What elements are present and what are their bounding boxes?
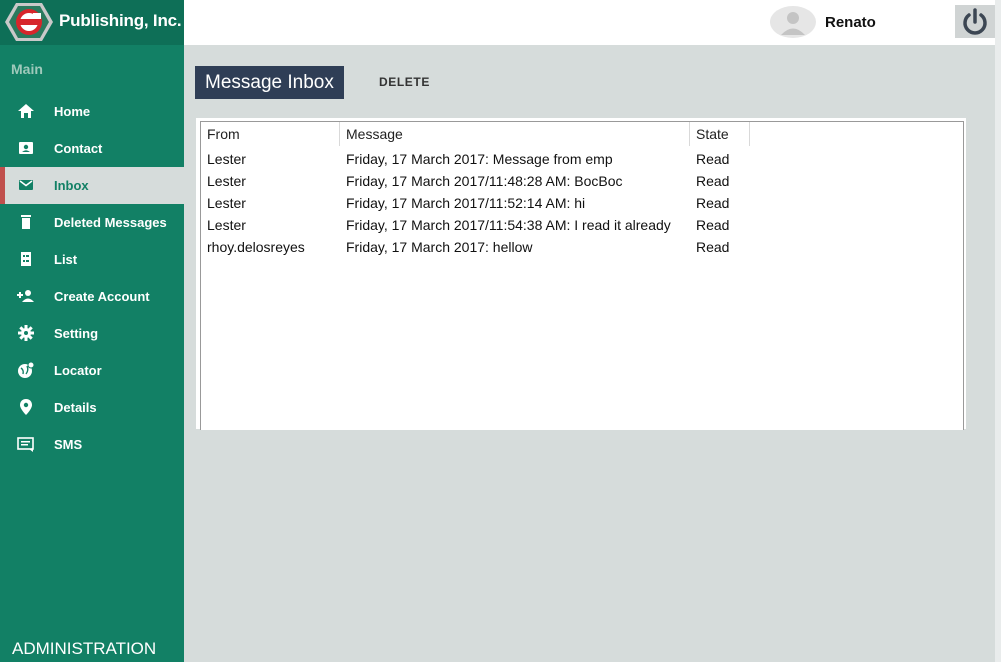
cell-state: Read: [696, 239, 730, 255]
power-button[interactable]: [955, 5, 995, 38]
message-table: From Message State Lester Friday, 17 Mar…: [200, 121, 964, 430]
cell-state: Read: [696, 195, 730, 211]
sidebar-item-label: Locator: [54, 363, 102, 378]
table-row[interactable]: rhoy.delosreyes Friday, 17 March 2017: h…: [201, 236, 963, 258]
cell-state: Read: [696, 173, 730, 189]
cell-message: Friday, 17 March 2017/11:48:28 AM: BocBo…: [346, 173, 623, 189]
delete-button[interactable]: DELETE: [379, 75, 430, 89]
cell-from: rhoy.delosreyes: [207, 239, 305, 255]
username: Renato: [825, 14, 876, 31]
list-icon: [21, 252, 31, 266]
cell-message: Friday, 17 March 2017: Message from emp: [346, 151, 613, 167]
cell-from: Lester: [207, 151, 246, 167]
company-logo: [5, 3, 53, 41]
cell-message: Friday, 17 March 2017/11:52:14 AM: hi: [346, 195, 586, 211]
sidebar-nav: Home Contact Inbox Deleted Messages List…: [0, 93, 184, 463]
table-row[interactable]: Lester Friday, 17 March 2017/11:54:38 AM…: [201, 214, 963, 236]
sidebar-item-create-account[interactable]: Create Account: [0, 278, 184, 315]
table-row[interactable]: Lester Friday, 17 March 2017: Message fr…: [201, 148, 963, 170]
sidebar-item-label: SMS: [54, 437, 83, 452]
location-pin-icon: [20, 399, 32, 415]
cell-from: Lester: [207, 173, 246, 189]
inbox-panel: From Message State Lester Friday, 17 Mar…: [196, 118, 966, 430]
cell-state: Read: [696, 217, 730, 233]
sidebar-item-inbox[interactable]: Inbox: [0, 167, 184, 204]
sidebar-item-label: Setting: [54, 326, 99, 341]
cell-from: Lester: [207, 217, 246, 233]
page-title: Message Inbox: [195, 66, 344, 99]
sidebar-item-details[interactable]: Details: [0, 389, 184, 426]
sidebar-item-label: Contact: [54, 141, 103, 156]
sidebar-item-sms[interactable]: SMS: [0, 426, 184, 463]
top-bar: Renato: [184, 0, 995, 45]
avatar[interactable]: [770, 6, 816, 38]
cell-from: Lester: [207, 195, 246, 211]
sidebar-item-label: Inbox: [54, 178, 89, 193]
sidebar-item-list[interactable]: List: [0, 241, 184, 278]
sidebar-item-label: Deleted Messages: [54, 215, 167, 230]
home-icon: [18, 104, 34, 118]
sidebar-item-label: List: [54, 252, 78, 267]
sidebar-item-label: Home: [54, 104, 91, 119]
sidebar-item-locator[interactable]: Locator: [0, 352, 184, 389]
sms-icon: [17, 437, 34, 452]
sidebar-item-deleted-messages[interactable]: Deleted Messages: [0, 204, 184, 241]
sidebar-section-title: Main: [11, 61, 43, 77]
window-edge: [995, 0, 1001, 662]
sidebar-footer-administration: ADMINISTRATION: [12, 639, 157, 658]
mail-icon: [19, 180, 33, 190]
column-header-from[interactable]: From: [201, 122, 340, 146]
sidebar-item-setting[interactable]: Setting: [0, 315, 184, 352]
logo-bar: Publishing, Inc.: [0, 0, 184, 45]
gear-icon: [18, 325, 34, 341]
sidebar-item-label: Details: [54, 400, 97, 415]
cell-message: Friday, 17 March 2017: hellow: [346, 239, 533, 255]
power-icon: [963, 8, 987, 35]
sidebar-item-home[interactable]: Home: [0, 93, 184, 130]
sidebar-item-contact[interactable]: Contact: [0, 130, 184, 167]
column-header-state[interactable]: State: [690, 122, 750, 146]
table-row[interactable]: Lester Friday, 17 March 2017/11:52:14 AM…: [201, 192, 963, 214]
brand-name: Publishing, Inc.: [59, 11, 182, 30]
globe-pin-icon: [18, 361, 35, 378]
contact-card-icon: [19, 142, 33, 154]
trash-icon: [21, 215, 31, 229]
cell-state: Read: [696, 151, 730, 167]
table-row[interactable]: Lester Friday, 17 March 2017/11:48:28 AM…: [201, 170, 963, 192]
sidebar: Publishing, Inc. Main Home Contact Inbox…: [0, 0, 184, 662]
sidebar-item-label: Create Account: [54, 289, 150, 304]
cell-message: Friday, 17 March 2017/11:54:38 AM: I rea…: [346, 217, 671, 233]
add-user-icon: [17, 290, 34, 302]
table-header: From Message State: [201, 122, 963, 146]
column-header-message[interactable]: Message: [340, 122, 690, 146]
